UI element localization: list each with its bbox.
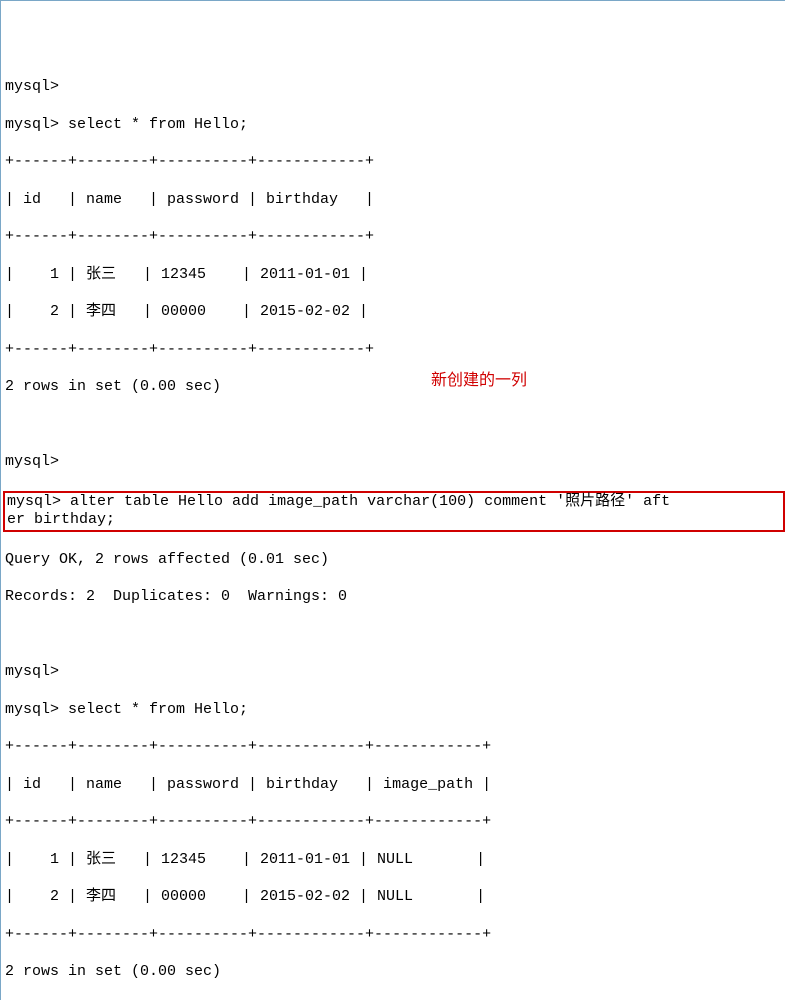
table-header: | id | name | password | birthday | imag… — [5, 776, 785, 795]
prompt-line[interactable]: mysql> — [5, 78, 785, 97]
prompt-line[interactable]: mysql> — [5, 663, 785, 682]
table-header: | id | name | password | birthday | — [5, 191, 785, 210]
annotation-new-column: 新创建的一列 — [431, 371, 527, 391]
result-summary: 2 rows in set (0.00 sec) — [5, 378, 785, 397]
table-border: +------+--------+----------+------------… — [5, 341, 785, 360]
table-row: | 2 | 李四 | 00000 | 2015-02-02 | — [5, 303, 785, 322]
table-border: +------+--------+----------+------------… — [5, 228, 785, 247]
table-row: | 2 | 李四 | 00000 | 2015-02-02 | NULL | — [5, 888, 785, 907]
sql-command: alter table Hello add image_path varchar… — [70, 493, 670, 510]
table-border: +------+--------+----------+------------… — [5, 813, 785, 832]
table-row: | 1 | 张三 | 12345 | 2011-01-01 | NULL | — [5, 851, 785, 870]
mysql-prompt: mysql> — [5, 701, 59, 718]
table-border: +------+--------+----------+------------… — [5, 153, 785, 172]
table-border: +------+--------+----------+------------… — [5, 926, 785, 945]
sql-command: select * from Hello; — [68, 116, 248, 133]
prompt-line[interactable]: mysql> — [5, 453, 785, 472]
table-row: | 1 | 张三 | 12345 | 2011-01-01 | — [5, 266, 785, 285]
mysql-prompt: mysql> — [5, 663, 59, 680]
sql-command: select * from Hello; — [68, 701, 248, 718]
records-line: Records: 2 Duplicates: 0 Warnings: 0 — [5, 588, 785, 607]
prompt-line[interactable]: mysql> select * from Hello; — [5, 701, 785, 720]
result-summary: 2 rows in set (0.00 sec) — [5, 963, 785, 982]
mysql-prompt: mysql> — [7, 493, 61, 510]
table-border: +------+--------+----------+------------… — [5, 738, 785, 757]
blank-line — [5, 626, 785, 645]
query-ok: Query OK, 2 rows affected (0.01 sec) — [5, 551, 785, 570]
mysql-prompt: mysql> — [5, 116, 59, 133]
mysql-prompt: mysql> — [5, 78, 59, 95]
blank-line — [5, 416, 785, 435]
sql-command-cont: er birthday; — [7, 511, 115, 528]
mysql-prompt: mysql> — [5, 453, 59, 470]
highlighted-command-box: mysql> alter table Hello add image_path … — [3, 491, 785, 533]
prompt-line[interactable]: mysql> select * from Hello; — [5, 116, 785, 135]
